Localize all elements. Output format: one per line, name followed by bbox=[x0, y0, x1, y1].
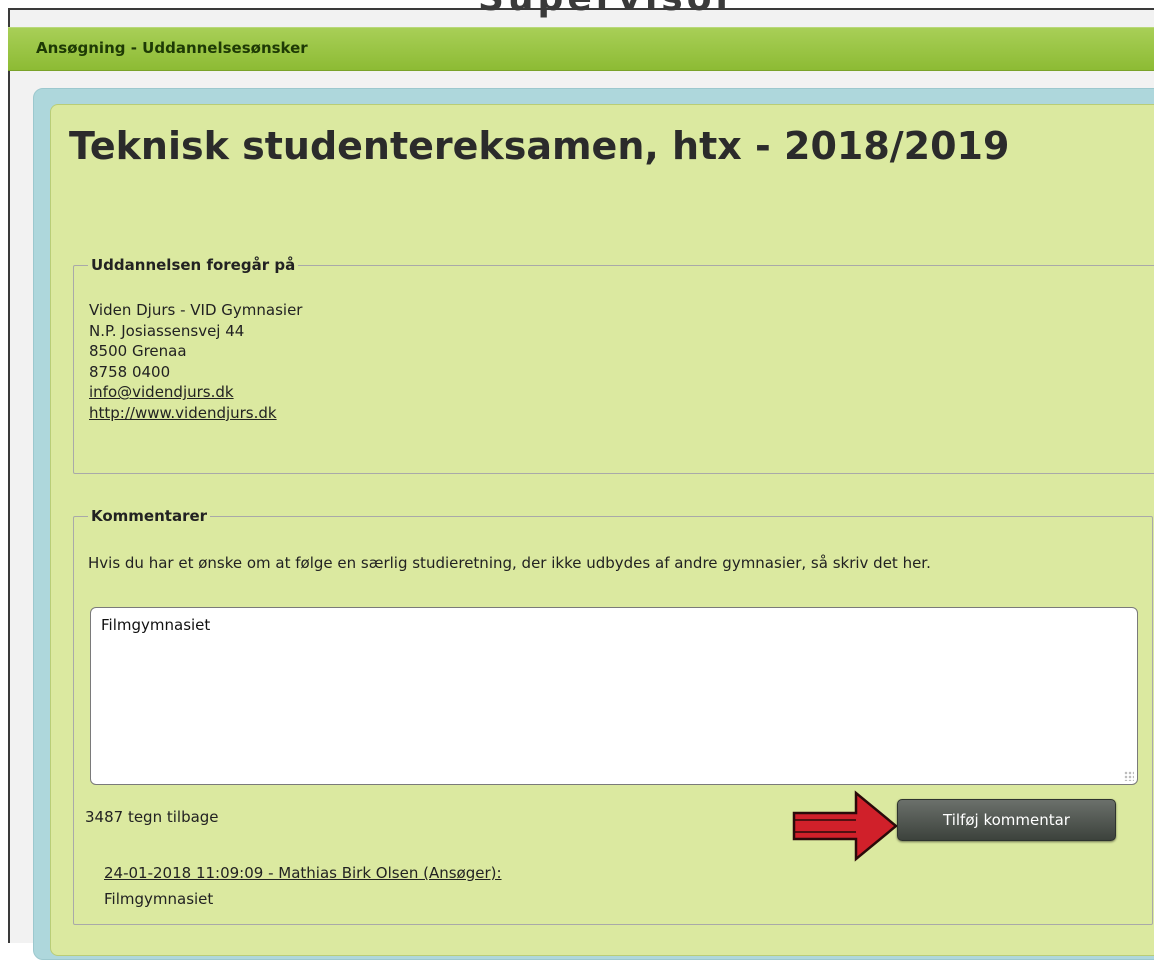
school-name: Viden Djurs - VID Gymnasier bbox=[89, 301, 303, 319]
comments-fieldset: Kommentarer Hvis du har et ønske om at f… bbox=[73, 507, 1153, 925]
page-title: Teknisk studentereksamen, htx - 2018/201… bbox=[69, 124, 1010, 168]
school-legend: Uddannelsen foregår på bbox=[91, 256, 296, 274]
comments-legend: Kommentarer bbox=[91, 507, 208, 525]
school-website-link[interactable]: http://www.videndjurs.dk bbox=[89, 404, 277, 422]
comment-entry-text: Filmgymnasiet bbox=[104, 890, 214, 908]
school-email-link[interactable]: info@videndjurs.dk bbox=[89, 383, 234, 401]
comment-textarea[interactable]: Filmgymnasiet bbox=[90, 607, 1138, 785]
dialog-title: Ansøgning - Uddannelsesønsker bbox=[36, 39, 308, 57]
add-comment-button[interactable]: Tilføj kommentar bbox=[897, 799, 1116, 841]
school-city: 8500 Grenaa bbox=[89, 342, 187, 361]
dialog-titlebar: Ansøgning - Uddannelsesønsker bbox=[8, 27, 1154, 71]
school-street: N.P. Josiassensvej 44 bbox=[89, 321, 245, 340]
resize-grip-icon[interactable] bbox=[1124, 771, 1134, 781]
school-phone: 8758 0400 bbox=[89, 362, 171, 381]
school-fieldset: Uddannelsen foregår på Viden Djurs - VID… bbox=[73, 256, 1154, 474]
comments-help-text: Hvis du har et ønske om at følge en særl… bbox=[88, 554, 931, 572]
comment-entry-header[interactable]: 24-01-2018 11:09:09 - Mathias Birk Olsen… bbox=[104, 864, 502, 882]
school-address: Viden Djurs - VID Gymnasier N.P. Josiass… bbox=[89, 300, 302, 424]
chars-left-counter: 3487 tegn tilbage bbox=[85, 808, 219, 826]
comment-textarea-value: Filmgymnasiet bbox=[101, 616, 211, 634]
background-page-title: Supervisor bbox=[478, 0, 737, 19]
red-arrow-icon bbox=[792, 790, 898, 862]
